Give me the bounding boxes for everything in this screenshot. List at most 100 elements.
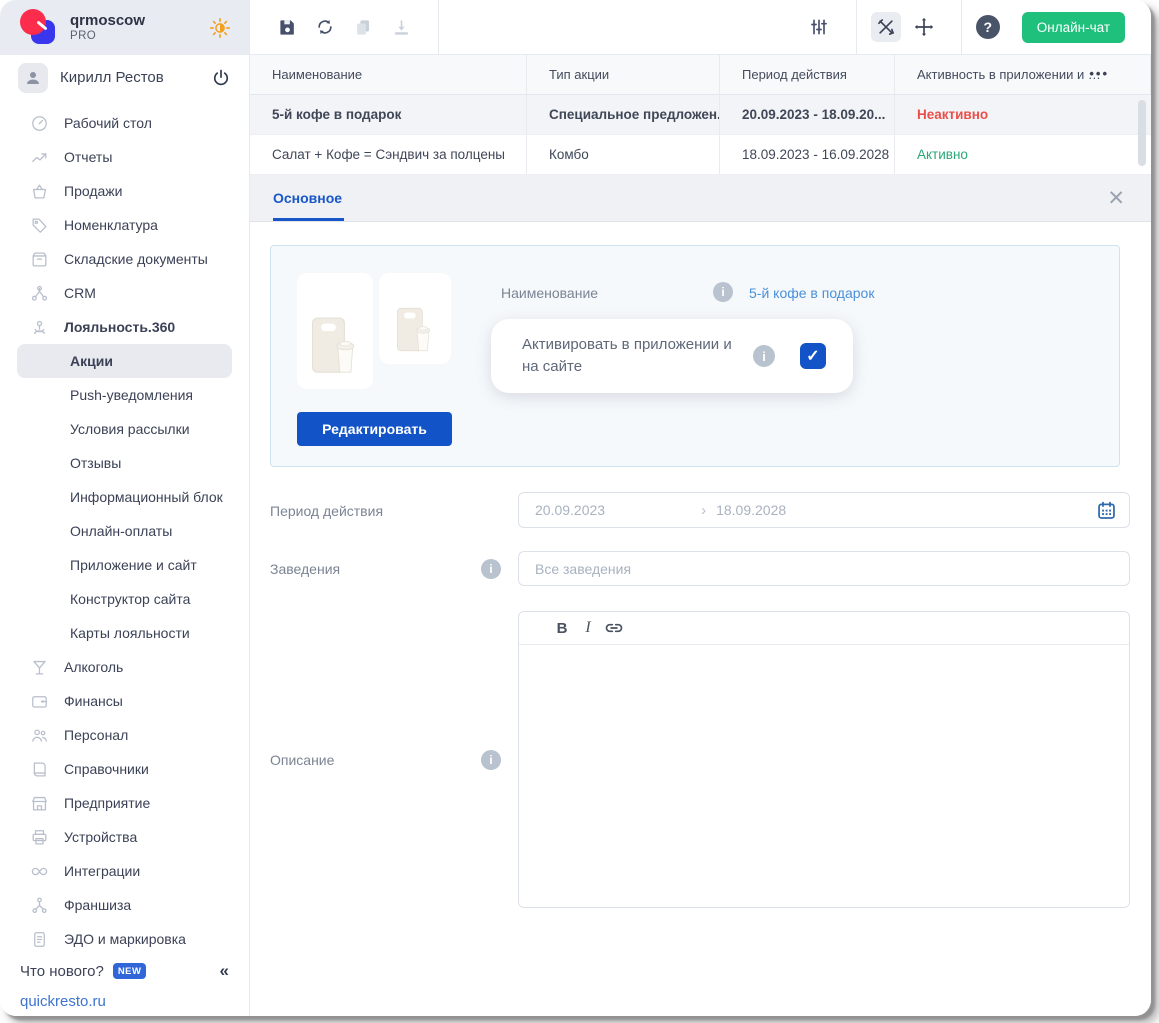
user-row[interactable]: Кирилл Рестов [0, 55, 249, 100]
sidebar-item-staff[interactable]: Персонал [0, 718, 249, 752]
sliders-icon [810, 19, 827, 35]
column-header-activity[interactable]: Активность в приложении и н... [895, 55, 1151, 94]
sidebar-item-references[interactable]: Справочники [0, 752, 249, 786]
link-icon [605, 623, 623, 633]
collapse-sidebar-icon[interactable] [220, 961, 229, 981]
coffee-bag-image [397, 307, 431, 352]
save-button[interactable] [272, 12, 302, 42]
sidebar-subitem-site-builder[interactable]: Конструктор сайта [17, 582, 232, 616]
online-chat-button[interactable]: Онлайн-чат [1021, 11, 1125, 43]
activate-info-icon[interactable] [753, 345, 775, 367]
promo-summary-card: Наименование 5-й кофе в подарок Активиро… [270, 245, 1120, 467]
download-button[interactable] [386, 12, 416, 42]
logout-power-icon[interactable] [211, 68, 231, 88]
new-badge: NEW [112, 963, 147, 979]
sidebar-item-finance[interactable]: Финансы [0, 684, 249, 718]
column-header-period[interactable]: Период действия [720, 55, 895, 94]
sidebar-item-label: Интеграции [64, 863, 141, 879]
edit-button[interactable]: Редактировать [297, 412, 452, 446]
table-body: 5-й кофе в подарок Специальное предложен… [250, 95, 1151, 175]
bold-button[interactable]: B [549, 616, 575, 640]
sidebar-item-integrations[interactable]: Интеграции [0, 854, 249, 888]
sidebar-item-devices[interactable]: Устройства [0, 820, 249, 854]
column-settings-ellipsis-icon[interactable] [1089, 66, 1109, 81]
column-header-type[interactable]: Тип акции [527, 55, 720, 94]
sidebar-item-desktop[interactable]: Рабочий стол [0, 106, 249, 140]
sidebar-subitem-app-site[interactable]: Приложение и сайт [17, 548, 232, 582]
sales-icon [32, 184, 47, 198]
description-textarea[interactable] [519, 645, 1129, 908]
italic-button[interactable]: I [575, 616, 601, 640]
filter-settings-button[interactable] [804, 12, 834, 42]
activate-spotlight: Активировать в приложении и на сайте [491, 319, 853, 393]
sidebar-item-alcohol[interactable]: Алкоголь [0, 650, 249, 684]
sidebar-subitem-mailing[interactable]: Условия рассылки [17, 412, 232, 446]
table-row[interactable]: Салат + Кофе = Сэндвич за полцены Комбо … [250, 135, 1151, 175]
sidebar-subitem-infoblock[interactable]: Информационный блок [17, 480, 232, 514]
sidebar-item-label: Онлайн-оплаты [70, 523, 173, 539]
close-icon[interactable] [1107, 188, 1125, 209]
table-row[interactable]: 5-й кофе в подарок Специальное предложен… [250, 95, 1151, 135]
sidebar-item-edo[interactable]: ЭДО и маркировка [0, 922, 249, 956]
whats-new-row[interactable]: Что нового? NEW [0, 956, 249, 986]
sidebar-item-reports[interactable]: Отчеты [0, 140, 249, 174]
sidebar-subitem-loyalty-cards[interactable]: Карты лояльности [17, 616, 232, 650]
quickresto-site-link[interactable]: quickresto.ru [20, 993, 106, 1010]
calendar-icon[interactable] [1096, 500, 1117, 521]
hammer-wrench-icon [877, 19, 894, 35]
sidebar-subitem-promotions[interactable]: Акции [17, 344, 232, 378]
sidebar-item-franchise[interactable]: Франшиза [0, 888, 249, 922]
sidebar-item-label: Отзывы [70, 455, 122, 471]
sidebar-item-label: Приложение и сайт [70, 557, 197, 573]
whats-new-label: Что нового? [20, 962, 104, 980]
sidebar: qrmoscow PRO Кирилл Рестов Рабочий стол … [0, 0, 250, 1016]
period-to-value: 18.09.2028 [716, 502, 787, 518]
app-window: qrmoscow PRO Кирилл Рестов Рабочий стол … [0, 0, 1151, 1016]
link-button[interactable] [601, 616, 627, 640]
sidebar-item-enterprise[interactable]: Предприятие [0, 786, 249, 820]
warehouse-icon [32, 252, 47, 266]
activate-checkbox[interactable] [800, 343, 826, 369]
move-mode-button[interactable] [909, 12, 939, 42]
tab-main[interactable]: Основное [273, 175, 345, 221]
sidebar-header: qrmoscow PRO [0, 0, 249, 55]
toolbar: Онлайн-чат [250, 0, 1151, 55]
name-info-icon[interactable] [713, 282, 733, 302]
devices-icon [32, 829, 47, 844]
sidebar-item-label: Персонал [64, 727, 129, 743]
theme-toggle-sun-icon[interactable] [209, 17, 231, 39]
sidebar-item-loyalty[interactable]: Лояльность.360 [0, 310, 249, 344]
sidebar-subitem-online-payments[interactable]: Онлайн-оплаты [17, 514, 232, 548]
period-label: Период действия [270, 503, 384, 519]
column-header-name[interactable]: Наименование [250, 55, 527, 94]
sidebar-item-label: Информационный блок [70, 489, 223, 505]
tools-mode-button[interactable] [870, 12, 901, 42]
copy-button[interactable] [348, 12, 378, 42]
venues-placeholder: Все заведения [535, 560, 632, 577]
sidebar-item-label: Справочники [64, 761, 149, 777]
cell-type: Специальное предложен... [527, 95, 720, 134]
sidebar-item-label: Рабочий стол [64, 115, 152, 131]
refresh-button[interactable] [310, 12, 340, 42]
sidebar-item-nomenclature[interactable]: Номенклатура [0, 208, 249, 242]
edo-icon [34, 931, 45, 947]
desktop-icon [32, 115, 47, 131]
period-date-input[interactable]: 20.09.2023 18.09.2028 [518, 492, 1130, 528]
cell-status: Активно [917, 147, 968, 162]
finance-icon [32, 695, 47, 708]
sidebar-item-label: Push-уведомления [70, 387, 193, 403]
sidebar-item-warehouse[interactable]: Складские документы [0, 242, 249, 276]
description-info-icon[interactable] [481, 750, 501, 770]
name-label: Наименование [501, 285, 599, 301]
venues-info-icon[interactable] [481, 559, 501, 579]
help-button[interactable] [975, 15, 1000, 39]
sidebar-item-crm[interactable]: CRM [0, 276, 249, 310]
venues-input[interactable]: Все заведения [518, 551, 1130, 586]
user-avatar [18, 62, 48, 93]
table-scrollbar-thumb[interactable] [1138, 100, 1146, 166]
sidebar-subitem-push[interactable]: Push-уведомления [17, 378, 232, 412]
sidebar-item-label: Предприятие [64, 795, 151, 811]
sidebar-subitem-reviews[interactable]: Отзывы [17, 446, 232, 480]
move-arrows-icon [914, 17, 933, 37]
sidebar-item-sales[interactable]: Продажи [0, 174, 249, 208]
